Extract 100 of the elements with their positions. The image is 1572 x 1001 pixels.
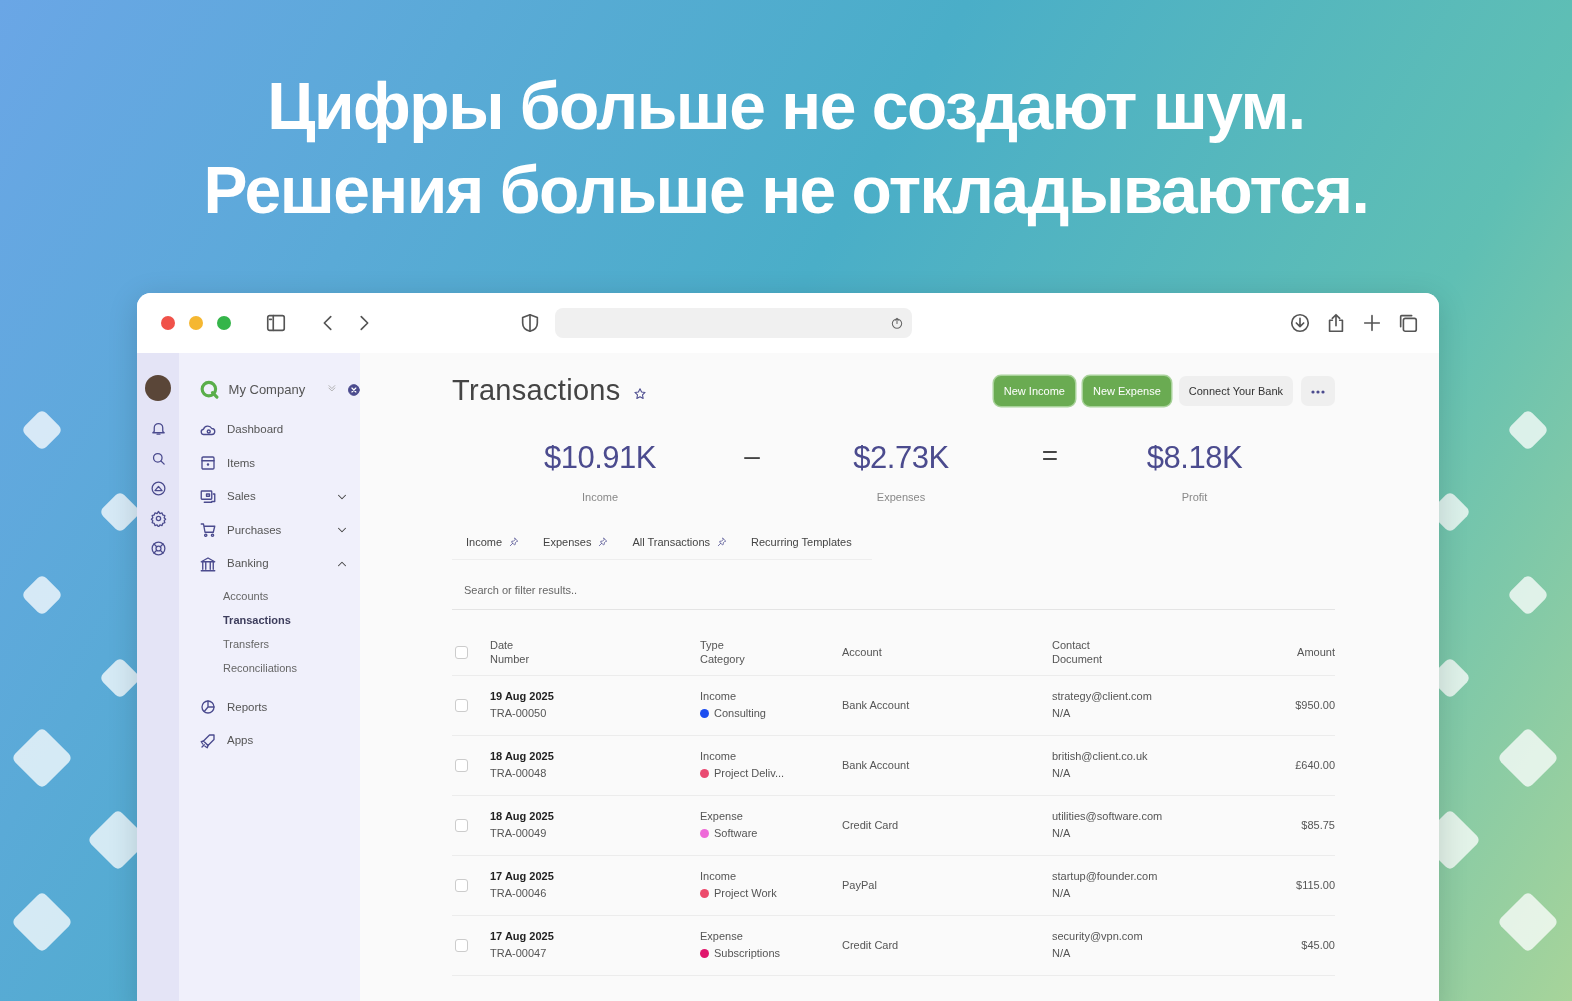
table-cell: Credit Card: [842, 938, 899, 951]
summary-value: $8.18K: [1146, 439, 1243, 475]
table-cell-text: N/A: [1052, 946, 1072, 961]
submenu-item[interactable]: Accounts: [199, 584, 269, 609]
chart-icon: [199, 698, 217, 717]
summary-label: Expenses: [876, 491, 926, 503]
table-cell-text: Project Deliv...: [714, 766, 785, 781]
nav-item[interactable]: Dashboard: [199, 413, 349, 447]
checkbox[interactable]: [455, 758, 468, 772]
window-control[interactable]: [161, 316, 175, 330]
nav-item[interactable]: Purchases: [199, 513, 349, 547]
summary-label: Profit: [1181, 491, 1208, 503]
table-cell-text: TRA-00049: [490, 826, 548, 841]
checkbox[interactable]: [455, 938, 468, 952]
table-cell: PayPal: [842, 878, 877, 891]
bell-icon[interactable]: [149, 420, 167, 437]
table-cell-text: TRA-00048: [490, 766, 548, 781]
headline-text: Цифры больше не создают шум.: [267, 69, 1305, 143]
column-header: Contact Document: [1052, 638, 1104, 666]
action-button[interactable]: Connect Your Bank: [1178, 375, 1293, 406]
nav-item[interactable]: Items: [199, 446, 349, 480]
nav-item[interactable]: Sales: [199, 480, 349, 514]
table-cell-text: Expense: [700, 809, 744, 824]
submenu-item[interactable]: Transfers: [199, 632, 270, 657]
table-cell: $45.00: [1301, 938, 1335, 951]
table-cell: Bank Account: [842, 698, 910, 711]
submenu-item[interactable]: Transactions: [199, 608, 291, 633]
table-cell-text: security@vpn.com: [1052, 929, 1144, 944]
table-cell-text: TRA-00046: [490, 886, 548, 901]
table-cell: $115.00: [1296, 878, 1335, 891]
star-icon[interactable]: [632, 386, 647, 401]
share-icon[interactable]: [890, 316, 904, 330]
table-cell: $950.00: [1295, 698, 1335, 711]
column-header: Account: [842, 645, 883, 659]
table-cell-text: Consulting: [714, 706, 766, 721]
table-cell-text: N/A: [1052, 886, 1072, 901]
cart-icon: [199, 521, 217, 540]
settings-icon[interactable]: [149, 510, 167, 527]
table-cell-text: 18 Aug 2025: [490, 749, 555, 764]
page-title: Transactions: [452, 373, 621, 408]
window-control[interactable]: [217, 316, 231, 330]
headline-text: Решения больше не откладываются.: [203, 153, 1369, 227]
table-cell-text: Income: [700, 749, 738, 764]
table-cell-text: N/A: [1052, 826, 1072, 841]
table-cell-text: Software: [714, 826, 758, 841]
column-header: Type Category: [700, 638, 746, 666]
close-icon[interactable]: [348, 384, 360, 396]
column-header: Date Number: [490, 638, 531, 666]
checkbox[interactable]: [455, 818, 468, 832]
summary-value: $10.91K: [544, 439, 656, 475]
company-name[interactable]: My Company: [228, 380, 327, 400]
plus-icon[interactable]: [1361, 312, 1383, 334]
table-cell-text: N/A: [1052, 766, 1072, 781]
table-cell-text: strategy@client.com: [1052, 689, 1153, 704]
table-cell-text: 18 Aug 2025: [490, 809, 555, 824]
tab[interactable]: Recurring Templates: [737, 525, 862, 559]
box-icon: [199, 454, 217, 473]
table-cell: Credit Card: [842, 818, 899, 831]
search-field[interactable]: Search or filter results..: [452, 568, 1335, 610]
monitor-icon: [199, 487, 217, 506]
table-cell: Bank Account: [842, 758, 910, 771]
nav-item[interactable]: Banking: [199, 547, 349, 581]
operator-sign: =: [1041, 438, 1059, 473]
shield-icon[interactable]: [519, 312, 541, 334]
tab[interactable]: Income: [452, 525, 530, 559]
avatar[interactable]: [145, 375, 171, 401]
table-cell-text: TRA-00050: [490, 706, 548, 721]
table-cell-text: Project Work: [714, 886, 777, 901]
table-cell-text: utilities@software.com: [1052, 809, 1164, 824]
summary-label: Income: [581, 491, 619, 503]
checkbox[interactable]: [455, 698, 468, 712]
sidebar-toggle-icon[interactable]: [265, 312, 287, 334]
table-cell-text: Expense: [700, 929, 744, 944]
table-cell-text: 19 Aug 2025: [490, 689, 555, 704]
nav-item[interactable]: Apps: [199, 724, 349, 758]
table-cell-text: N/A: [1052, 706, 1072, 721]
summary-value: $2.73K: [853, 439, 949, 475]
lifebuoy-icon[interactable]: [149, 540, 167, 557]
download-icon[interactable]: [1289, 312, 1311, 334]
table-cell: $85.75: [1301, 818, 1335, 831]
nav-item[interactable]: Reports: [199, 690, 349, 724]
tab[interactable]: Expenses: [529, 525, 619, 559]
checkbox[interactable]: [455, 645, 468, 659]
table-cell-text: startup@founder.com: [1052, 869, 1159, 884]
operator-sign: –: [744, 438, 760, 473]
table-cell-text: Income: [700, 689, 738, 704]
table-cell-text: 17 Aug 2025: [490, 869, 555, 884]
table-cell-text: british@client.co.uk: [1052, 749, 1149, 764]
table-cell-text: 17 Aug 2025: [490, 929, 555, 944]
tabs-icon[interactable]: [1397, 312, 1419, 334]
logo-icon: [199, 379, 221, 401]
table-cell-text: Income: [700, 869, 738, 884]
tab[interactable]: All Transactions: [618, 525, 738, 559]
more-icon: [1311, 389, 1325, 394]
table-cell-text: TRA-00047: [490, 946, 548, 961]
checkbox[interactable]: [455, 878, 468, 892]
column-header: Amount: [1296, 645, 1335, 659]
submenu-item[interactable]: Reconciliations: [199, 656, 297, 681]
table-cell: £640.00: [1295, 758, 1335, 771]
table-cell-text: Subscriptions: [714, 946, 781, 961]
